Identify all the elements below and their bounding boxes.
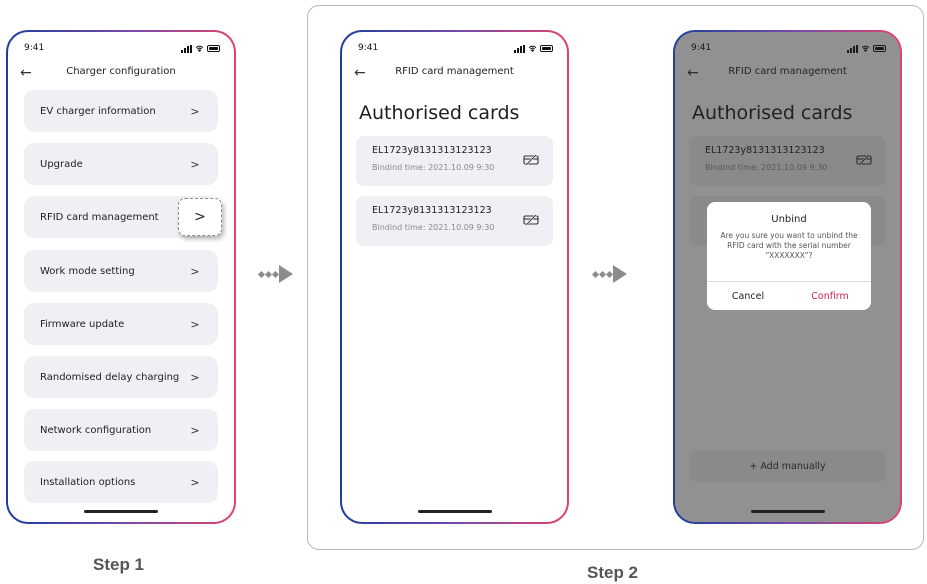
menu-item-randomised-delay-charging[interactable]: Randomised delay charging >	[24, 356, 218, 398]
page-title: Charger configuration	[66, 66, 176, 77]
signal-icon	[514, 44, 525, 53]
chevron-right-icon: >	[190, 475, 200, 489]
status-bar: 9:41	[358, 43, 553, 55]
nav-bar: ← Charger configuration	[8, 62, 234, 84]
rfid-card-item[interactable]: EL1723y8131313123123 Bindind time: 2021.…	[356, 136, 553, 186]
chevron-right-icon: >	[190, 104, 200, 118]
nav-bar: ← RFID card management	[342, 62, 567, 84]
chevron-right-icon: >	[190, 423, 200, 437]
menu-item-ev-charger-information[interactable]: EV charger information >	[24, 90, 218, 132]
menu-item-label: Installation options	[40, 476, 136, 488]
dialog-message: Are you sure you want to unbind the RFID…	[720, 231, 858, 260]
charger-configuration-screen: 9:41 ← Charger configuration EV charger …	[8, 32, 234, 522]
wifi-icon	[528, 45, 537, 52]
home-indicator	[750, 510, 825, 513]
menu-item-installation-options[interactable]: Installation options >	[24, 461, 218, 503]
menu-item-firmware-update[interactable]: Firmware update >	[24, 303, 218, 345]
unlink-card-icon[interactable]	[523, 154, 539, 166]
card-bind-time: Bindind time: 2021.10.09 9:30	[372, 163, 495, 172]
dialog-title: Unbind	[771, 214, 807, 225]
rfid-card-item[interactable]: EL1723y8131313123123 Bindind time: 2021.…	[356, 196, 553, 246]
menu-item-label: Network configuration	[40, 424, 152, 436]
cancel-button[interactable]: Cancel	[707, 282, 789, 310]
menu-item-work-mode-setting[interactable]: Work mode setting >	[24, 250, 218, 292]
unlink-card-icon[interactable]	[523, 214, 539, 226]
menu-item-upgrade[interactable]: Upgrade >	[24, 143, 218, 185]
menu-item-label: Firmware update	[40, 318, 125, 330]
card-serial: EL1723y8131313123123	[372, 205, 492, 216]
highlighted-chevron-right-icon[interactable]: >	[178, 198, 222, 236]
flow-arrow-icon	[257, 265, 293, 283]
signal-icon	[181, 44, 192, 53]
step1-label: Step 1	[93, 555, 145, 574]
menu-item-network-configuration[interactable]: Network configuration >	[24, 409, 218, 451]
unbind-dialog: Unbind Are you sure you want to unbind t…	[707, 202, 871, 310]
menu-item-label: Work mode setting	[40, 265, 135, 277]
step2-label: Step 2	[587, 563, 639, 582]
wifi-icon	[195, 45, 204, 52]
phone-step2-b: 9:41 ← RFID card management Authorised c…	[673, 30, 902, 524]
status-time: 9:41	[24, 43, 45, 53]
menu-item-label: EV charger information	[40, 105, 156, 117]
card-serial: EL1723y8131313123123	[372, 145, 492, 156]
home-indicator	[84, 510, 158, 513]
chevron-right-icon: >	[190, 370, 200, 384]
page-title: RFID card management	[395, 66, 514, 77]
menu-item-label: Randomised delay charging	[40, 371, 180, 383]
chevron-right-icon: >	[190, 157, 200, 171]
card-bind-time: Bindind time: 2021.10.09 9:30	[372, 223, 495, 232]
confirm-button[interactable]: Confirm	[789, 282, 871, 310]
battery-icon	[207, 45, 220, 52]
phone-step2-a: 9:41 ← RFID card management Authorised c…	[340, 30, 569, 524]
status-icons	[181, 44, 220, 53]
rfid-card-management-screen-with-dialog: 9:41 ← RFID card management Authorised c…	[675, 32, 900, 522]
status-time: 9:41	[358, 43, 379, 53]
status-bar: 9:41	[24, 43, 220, 55]
home-indicator	[417, 510, 492, 513]
section-heading: Authorised cards	[359, 102, 520, 124]
chevron-right-icon: >	[190, 317, 200, 331]
menu-item-label: RFID card management	[40, 211, 159, 223]
phone-step1: 9:41 ← Charger configuration EV charger …	[6, 30, 236, 524]
battery-icon	[540, 45, 553, 52]
dialog-actions: Cancel Confirm	[707, 281, 871, 310]
rfid-card-management-screen: 9:41 ← RFID card management Authorised c…	[342, 32, 567, 522]
status-icons	[514, 44, 553, 53]
chevron-right-icon: >	[190, 264, 200, 278]
flow-arrow-icon	[591, 265, 627, 283]
menu-item-label: Upgrade	[40, 158, 83, 170]
